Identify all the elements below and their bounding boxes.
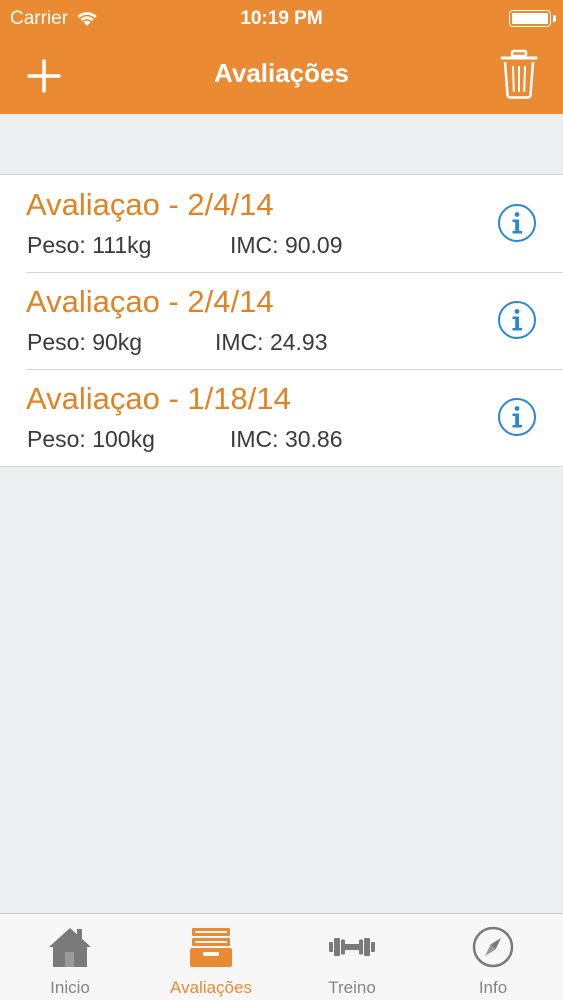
tab-label: Inicio — [50, 978, 90, 997]
tab-inicio[interactable]: Inicio — [0, 914, 140, 1000]
battery-nub — [553, 15, 556, 22]
evaluation-bmi: IMC: 30.86 — [230, 426, 343, 452]
file-tray-icon — [190, 928, 232, 967]
status-bar: Carrier 10:19 PM — [0, 0, 563, 38]
info-icon[interactable] — [497, 397, 537, 437]
info-icon[interactable] — [497, 203, 537, 243]
evaluation-bmi: IMC: 90.09 — [230, 232, 343, 258]
tab-avaliacoes[interactable]: Avaliações — [141, 914, 281, 1000]
house-icon — [49, 928, 91, 967]
status-time: 10:19 PM — [240, 8, 323, 29]
tab-label: Treino — [328, 978, 376, 997]
tab-info[interactable]: Info — [423, 914, 563, 1000]
evaluation-title: Avaliaçao - 2/4/14 — [26, 187, 274, 222]
tab-label: Info — [478, 978, 508, 997]
info-icon[interactable] — [497, 300, 537, 340]
evaluation-weight: Peso: 90kg — [27, 329, 143, 355]
evaluation-row[interactable]: Avaliaçao - 2/4/14 Peso: 90kg IMC: 24.93 — [0, 272, 563, 369]
page-title: Avaliações — [214, 58, 349, 88]
tab-treino[interactable]: Treino — [282, 914, 422, 1000]
evaluation-bmi: IMC: 24.93 — [215, 329, 328, 355]
navigation-bar: Avaliações — [0, 38, 563, 114]
evaluation-title: Avaliaçao - 2/4/14 — [26, 284, 274, 319]
evaluation-weight: Peso: 100kg — [27, 426, 155, 452]
battery-icon — [509, 10, 551, 27]
trash-icon[interactable] — [499, 48, 539, 100]
tab-label: Avaliações — [170, 978, 252, 997]
dumbbell-icon — [329, 938, 375, 956]
tab-bar: Inicio Avaliações Treino Info — [0, 913, 563, 1000]
evaluations-list: Avaliaçao - 2/4/14 Peso: 111kg IMC: 90.0… — [0, 174, 563, 467]
compass-icon — [472, 926, 514, 968]
evaluation-row[interactable]: Avaliaçao - 2/4/14 Peso: 111kg IMC: 90.0… — [0, 175, 563, 272]
evaluation-title: Avaliaçao - 1/18/14 — [26, 381, 291, 416]
evaluation-row[interactable]: Avaliaçao - 1/18/14 Peso: 100kg IMC: 30.… — [0, 369, 563, 466]
evaluation-weight: Peso: 111kg — [27, 232, 152, 258]
